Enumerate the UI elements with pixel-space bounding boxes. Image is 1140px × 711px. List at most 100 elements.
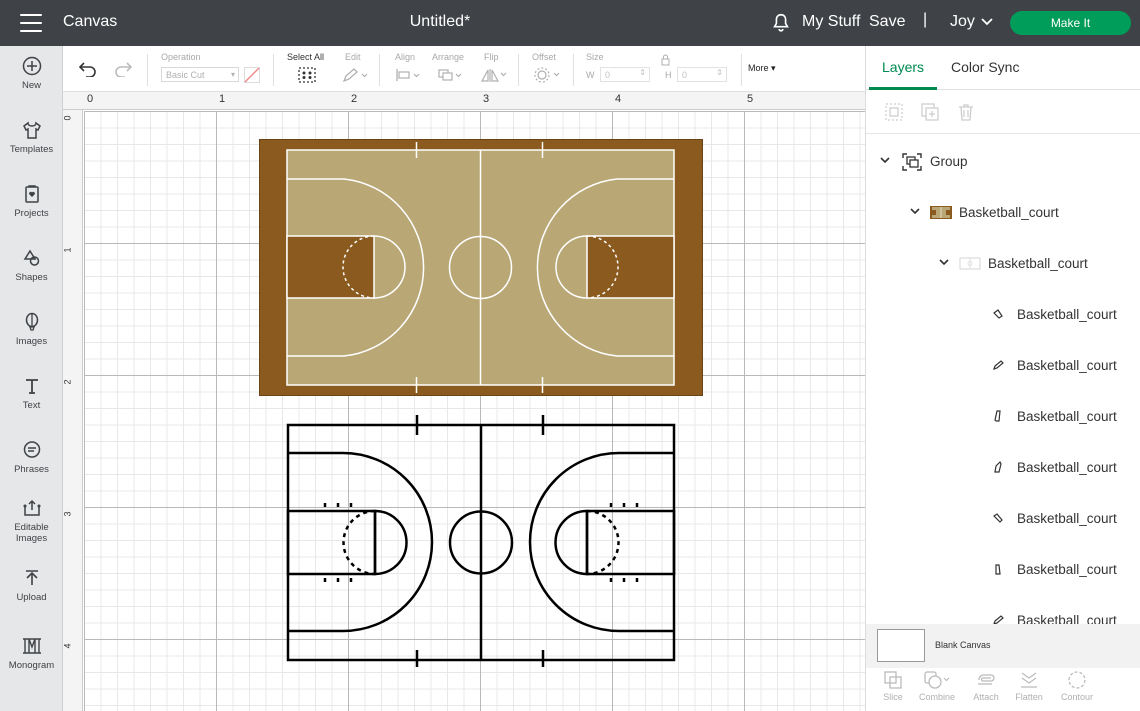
width-input[interactable]: 0 ⇕ bbox=[600, 67, 650, 82]
layer-row[interactable]: Basketball_court bbox=[866, 498, 1140, 538]
no-color-swatch-icon[interactable] bbox=[244, 67, 260, 83]
text-t-icon bbox=[25, 379, 38, 394]
layer-row[interactable]: Basketball_court bbox=[866, 243, 1140, 283]
toolbar-divider bbox=[379, 54, 380, 86]
toolbar-divider bbox=[273, 54, 274, 86]
undo-icon[interactable] bbox=[79, 61, 97, 77]
notification-bell-icon[interactable] bbox=[770, 12, 792, 34]
duplicate-icon[interactable] bbox=[920, 102, 940, 122]
combine-button[interactable]: Combine bbox=[916, 670, 958, 702]
lock-icon[interactable] bbox=[661, 54, 670, 66]
offset-icon[interactable] bbox=[532, 66, 562, 84]
more-menu[interactable]: More ▾ bbox=[748, 63, 776, 74]
tab-color-sync[interactable]: Color Sync bbox=[951, 59, 1019, 75]
width-label: W bbox=[586, 70, 595, 80]
blank-canvas-row[interactable]: Blank Canvas bbox=[866, 624, 1140, 668]
sidebar-item-monogram[interactable]: Monogram bbox=[0, 636, 63, 671]
left-sidebar: New Templates Projects Shapes Images Tex… bbox=[0, 46, 63, 711]
layer-row[interactable]: Basketball_court bbox=[866, 396, 1140, 436]
court-outline-thumb-icon bbox=[959, 257, 981, 270]
select-all-label: Select All bbox=[287, 52, 325, 62]
sidebar-item-editable-images[interactable]: Editable Images bbox=[0, 498, 63, 544]
upload-icon bbox=[25, 570, 38, 585]
layer-row[interactable]: Basketball_court bbox=[866, 447, 1140, 487]
sidebar-item-upload[interactable]: Upload bbox=[0, 568, 63, 603]
chevron-down-icon[interactable] bbox=[879, 154, 891, 166]
document-title[interactable]: Untitled* bbox=[0, 13, 880, 31]
align-label: Align bbox=[395, 52, 416, 62]
sidebar-item-images[interactable]: Images bbox=[0, 312, 63, 347]
slice-label: Slice bbox=[883, 692, 903, 702]
ruler-left: 0 1 2 3 4 bbox=[63, 110, 83, 711]
contour-icon bbox=[1068, 671, 1086, 689]
panel-bottom-tools: Slice Combine Attach Flatten Contour bbox=[866, 668, 1140, 711]
design-canvas[interactable]: 0 1 2 3 4 5 0 1 2 3 4 bbox=[63, 92, 865, 711]
toolbar-divider bbox=[741, 54, 742, 86]
sidebar-item-phrases[interactable]: Phrases bbox=[0, 440, 63, 475]
sidebar-item-shapes[interactable]: Shapes bbox=[0, 248, 63, 283]
attach-button[interactable]: Attach bbox=[970, 670, 1002, 702]
basketball-court-outline[interactable] bbox=[281, 415, 681, 667]
contour-button[interactable]: Contour bbox=[1057, 670, 1097, 702]
cut-path-icon bbox=[994, 461, 1002, 473]
size-label: Size bbox=[586, 52, 604, 62]
layer-tools bbox=[866, 90, 1140, 134]
layer-name: Basketball_court bbox=[1017, 409, 1117, 424]
make-it-button[interactable]: Make It bbox=[1010, 11, 1131, 35]
sidebar-label: Monogram bbox=[8, 660, 55, 671]
edit-toolbar: Operation Basic Cut ▾ Select All Edit Ali… bbox=[63, 46, 865, 92]
layer-name: Basketball_court bbox=[959, 205, 1059, 220]
basketball-court-colored[interactable] bbox=[259, 139, 703, 396]
select-all-icon[interactable] bbox=[297, 66, 317, 84]
flatten-button[interactable]: Flatten bbox=[1012, 670, 1046, 702]
slice-button[interactable]: Slice bbox=[879, 670, 907, 702]
sidebar-item-text[interactable]: Text bbox=[0, 376, 63, 411]
redo-icon[interactable] bbox=[114, 61, 132, 77]
arrange-icon[interactable] bbox=[437, 68, 463, 82]
layer-row[interactable]: Group bbox=[866, 141, 1140, 181]
attach-paperclip-icon bbox=[978, 674, 995, 685]
tab-layers[interactable]: Layers bbox=[882, 59, 924, 75]
height-input[interactable]: 0 ⇕ bbox=[677, 67, 727, 82]
blank-canvas-swatch[interactable] bbox=[877, 629, 925, 662]
toolbar-divider bbox=[147, 54, 148, 86]
cut-path-icon bbox=[995, 564, 1001, 575]
ruler-tick-label: 3 bbox=[63, 511, 73, 517]
chevron-down-icon[interactable] bbox=[938, 256, 950, 268]
operation-value: Basic Cut bbox=[166, 70, 205, 80]
operation-label: Operation bbox=[161, 52, 201, 62]
shirt-icon bbox=[22, 121, 41, 139]
sidebar-label: Images bbox=[15, 336, 48, 347]
layer-row[interactable]: Basketball_court bbox=[866, 192, 1140, 232]
layer-row[interactable]: Basketball_court bbox=[866, 294, 1140, 334]
my-stuff-link[interactable]: My Stuff bbox=[802, 13, 860, 31]
contour-label: Contour bbox=[1060, 692, 1094, 702]
layer-name: Group bbox=[930, 154, 968, 169]
panel-tabs: Layers Color Sync bbox=[866, 46, 1140, 90]
trash-icon[interactable] bbox=[956, 102, 976, 122]
chevron-down-icon[interactable] bbox=[909, 205, 921, 217]
layer-name: Basketball_court bbox=[1017, 358, 1117, 373]
sidebar-item-projects[interactable]: Projects bbox=[0, 184, 63, 219]
toolbar-divider bbox=[573, 54, 574, 86]
chevron-down-icon[interactable] bbox=[980, 15, 994, 29]
user-name[interactable]: Joy bbox=[950, 13, 975, 31]
sidebar-label: New bbox=[21, 80, 41, 91]
align-icon[interactable] bbox=[395, 68, 421, 82]
pencil-icon[interactable] bbox=[342, 67, 368, 83]
operation-select[interactable]: Basic Cut ▾ bbox=[161, 67, 239, 82]
shapes-icon bbox=[23, 249, 39, 266]
attach-label: Attach bbox=[973, 692, 999, 702]
flip-icon[interactable] bbox=[480, 67, 508, 83]
ruler-tick-label: 4 bbox=[615, 93, 622, 105]
sidebar-item-new[interactable]: New bbox=[0, 56, 63, 91]
more-label: More bbox=[748, 63, 769, 73]
layer-row[interactable]: Basketball_court bbox=[866, 345, 1140, 385]
layer-row[interactable]: Basketball_court bbox=[866, 600, 1140, 625]
save-button[interactable]: Save bbox=[869, 13, 905, 31]
layer-row[interactable]: Basketball_court bbox=[866, 549, 1140, 589]
plus-circle-icon bbox=[22, 56, 41, 76]
layer-name: Basketball_court bbox=[1017, 460, 1117, 475]
group-icon[interactable] bbox=[884, 102, 904, 122]
sidebar-item-templates[interactable]: Templates bbox=[0, 120, 63, 155]
